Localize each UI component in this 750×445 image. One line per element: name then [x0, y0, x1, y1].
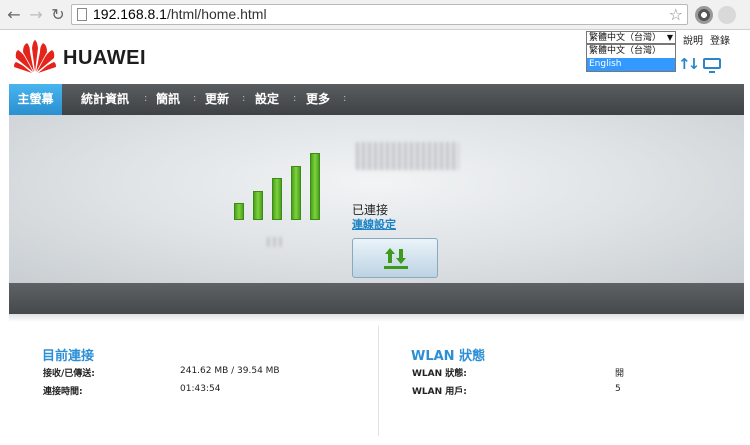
traffic-label: 接收/已傳送: [43, 369, 95, 379]
huawei-logo-icon [14, 40, 56, 73]
redacted-operator-name [356, 142, 459, 170]
signal-bar-1 [234, 203, 244, 220]
wlan-users-value: 5 [615, 384, 621, 394]
current-connection-title: 目前連接 [42, 349, 95, 364]
nav-update[interactable]: 更新 [205, 84, 229, 115]
nav-sms[interactable]: 簡訊 [156, 84, 180, 115]
wlan-status-label: WLAN 狀態: [412, 369, 467, 379]
connection-time-label: 連接時間: [43, 387, 83, 397]
section-divider [378, 326, 379, 436]
connect-toggle-button[interactable] [352, 238, 438, 278]
connection-settings-link[interactable]: 連線設定 [352, 216, 396, 232]
url-host: 192.168.8.1 [93, 6, 167, 22]
back-icon[interactable]: ← [4, 5, 24, 25]
language-select[interactable]: 繁體中文（台灣） ▼ [586, 31, 676, 44]
wlan-users-label: WLAN 用戶: [412, 387, 467, 397]
connected-arrows-icon [384, 248, 408, 269]
chevron-down-icon: ▼ [666, 33, 673, 42]
wlan-status-title: WLAN 狀態 [411, 349, 486, 364]
data-transfer-icon: ↑↓ [678, 55, 700, 73]
page-icon [77, 8, 87, 21]
language-dropdown: 繁體中文（台灣） English [586, 44, 676, 72]
connection-time-value: 01:43:54 [180, 384, 221, 394]
wlan-status-value: 開 [615, 369, 625, 379]
address-bar[interactable]: 192.168.8.1/html/home.html ☆ [71, 4, 688, 25]
signal-bar-4 [291, 165, 301, 220]
signal-bar-3 [272, 178, 282, 220]
nav-settings[interactable]: 設定 [255, 84, 279, 115]
address-url[interactable]: 192.168.8.1/html/home.html [93, 6, 267, 22]
login-link[interactable]: 登錄 [710, 32, 730, 47]
status-panel-footer [9, 283, 744, 314]
nav-home[interactable]: 主螢幕 [9, 84, 62, 115]
reload-icon[interactable]: ↻ [48, 5, 68, 25]
language-option-english[interactable]: English [587, 58, 675, 71]
panel-shadow [9, 314, 744, 322]
signal-bar-5 [310, 153, 320, 220]
nav-separator: : [193, 93, 197, 104]
url-path: /html/home.html [166, 6, 267, 22]
forward-icon[interactable]: → [26, 5, 46, 25]
main-nav: 主螢幕 統計資訊 : 簡訊 : 更新 : 設定 : 更多 : [9, 84, 744, 115]
nav-separator: : [242, 93, 246, 104]
language-option-zh-tw[interactable]: 繁體中文（台灣） [587, 45, 675, 58]
help-link[interactable]: 說明 [683, 32, 703, 47]
redacted-network-type [267, 237, 285, 247]
signal-bar-2 [253, 190, 263, 220]
signal-strength-icon [234, 152, 324, 220]
brand-name: HUAWEI [63, 47, 146, 69]
extension-icon[interactable] [695, 6, 713, 24]
browser-toolbar: ← → ↻ 192.168.8.1/html/home.html ☆ [0, 0, 750, 30]
monitor-icon [703, 58, 721, 73]
language-selected: 繁體中文（台灣） [589, 33, 662, 43]
traffic-value: 241.62 MB / 39.54 MB [180, 366, 280, 376]
nav-separator: : [293, 93, 297, 104]
nav-separator: : [144, 93, 148, 104]
extension-icon-2[interactable] [718, 6, 736, 24]
nav-statistics[interactable]: 統計資訊 [81, 84, 129, 115]
bookmark-star-icon[interactable]: ☆ [669, 5, 683, 24]
nav-more[interactable]: 更多 [306, 84, 330, 115]
nav-separator: : [343, 93, 347, 104]
